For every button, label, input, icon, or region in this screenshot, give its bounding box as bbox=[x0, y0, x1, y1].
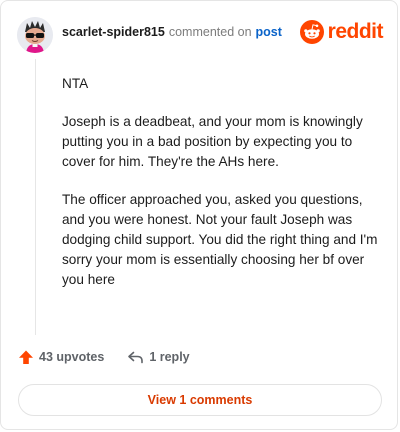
snoo-avatar-icon bbox=[17, 17, 53, 53]
reply-arrow-icon bbox=[128, 351, 144, 364]
comment-paragraph: Joseph is a deadbeat, and your mom is kn… bbox=[62, 114, 363, 169]
view-comments-button[interactable]: View 1 comments bbox=[18, 384, 382, 416]
comment-meta: scarlet-spider815 commented on post bbox=[62, 25, 282, 39]
thread-line bbox=[35, 59, 36, 335]
action-text: commented on bbox=[168, 25, 252, 39]
comment-header: scarlet-spider815 commented on post redd… bbox=[17, 15, 384, 55]
user-avatar[interactable] bbox=[17, 17, 53, 53]
reply-button[interactable]: 1 reply bbox=[127, 349, 190, 365]
post-link[interactable]: post bbox=[256, 25, 282, 39]
upvote-arrow-icon[interactable] bbox=[18, 349, 34, 365]
comment-paragraph: The officer approached you, asked you qu… bbox=[62, 192, 378, 287]
reddit-brand[interactable]: reddit bbox=[299, 20, 384, 44]
reply-count: 1 reply bbox=[149, 350, 190, 364]
upvote-count: 43 upvotes bbox=[39, 350, 105, 364]
comment-card: scarlet-spider815 commented on post redd… bbox=[0, 0, 398, 430]
brand-wordmark: reddit bbox=[327, 20, 384, 43]
comment-paragraph: NTA bbox=[62, 76, 89, 91]
reddit-logo-icon bbox=[299, 20, 324, 44]
upvote-button[interactable]: 43 upvotes bbox=[18, 349, 104, 365]
username[interactable]: scarlet-spider815 bbox=[62, 25, 165, 39]
comment-actions: 43 upvotes 1 reply bbox=[18, 349, 190, 365]
comment-body: NTA Joseph is a deadbeat, and your mom i… bbox=[62, 74, 380, 308]
